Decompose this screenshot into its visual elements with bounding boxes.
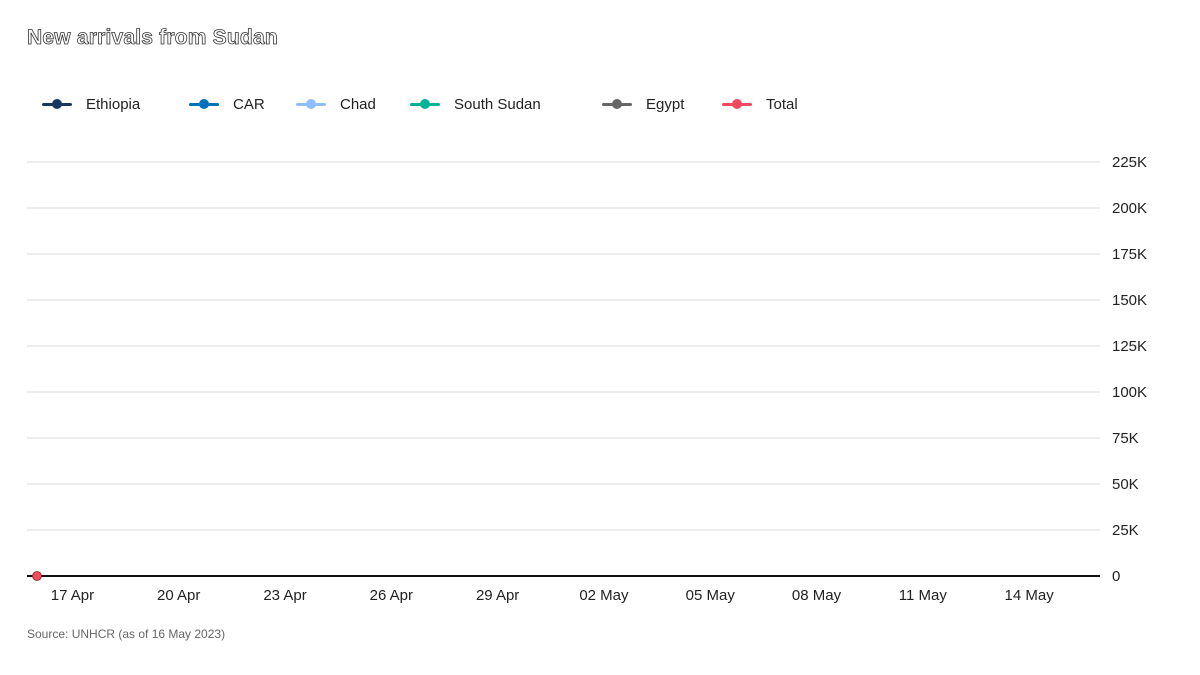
y-tick-label: 225K [1112, 154, 1147, 171]
x-tick-label: 20 Apr [157, 587, 200, 604]
y-tick-label: 150K [1112, 292, 1147, 309]
y-tick-label: 200K [1112, 200, 1147, 217]
x-tick-label: 02 May [579, 587, 629, 604]
data-point [32, 571, 42, 581]
line-chart: 0 25K 50K 75K 100K 125K 150K 175K 200K 225K 17 Apr… [27, 154, 1147, 604]
x-tick-label: 26 Apr [370, 587, 413, 604]
y-tick-label: 175K [1112, 246, 1147, 263]
x-tick-label: 29 Apr [476, 587, 519, 604]
x-tick-label: 17 Apr [51, 587, 94, 604]
y-tick-label: 25K [1112, 522, 1139, 539]
y-tick-label: 0 [1112, 568, 1120, 585]
x-tick-label: 14 May [1005, 587, 1055, 604]
source-note: Source: UNHCR (as of 16 May 2023) [27, 627, 226, 641]
y-tick-label: 50K [1112, 476, 1139, 493]
y-tick-label: 100K [1112, 384, 1147, 401]
y-tick-label: 125K [1112, 338, 1147, 355]
x-tick-label: 08 May [792, 587, 842, 604]
x-tick-label: 05 May [686, 587, 736, 604]
y-tick-label: 75K [1112, 430, 1139, 447]
x-tick-label: 11 May [899, 587, 948, 604]
x-tick-label: 23 Apr [263, 587, 306, 604]
